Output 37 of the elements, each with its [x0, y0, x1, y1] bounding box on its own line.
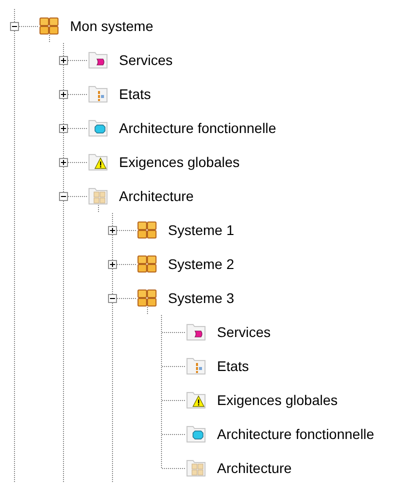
folder-icon [186, 357, 206, 375]
collapse-toggle[interactable] [59, 192, 68, 200]
folder-warning-icon [88, 153, 108, 171]
tree-item[interactable]: Services [217, 324, 271, 340]
folder-icon [186, 459, 206, 477]
folder-warning-icon [186, 391, 206, 409]
tree-item[interactable]: Services [119, 52, 173, 68]
tree-item[interactable]: Architecture fonctionnelle [119, 120, 276, 136]
tree-item[interactable]: Systeme 2 [168, 256, 234, 272]
expand-toggle[interactable] [108, 260, 117, 268]
tree-item[interactable]: Etats [217, 358, 249, 374]
collapse-toggle[interactable] [10, 22, 19, 30]
tree-item[interactable]: Systeme 1 [168, 222, 234, 238]
folder-icon [88, 187, 108, 205]
tree-item[interactable]: Etats [119, 86, 151, 102]
tree-item[interactable]: Exigences globales [217, 392, 338, 408]
grid-icon [39, 17, 59, 35]
folder-icon [88, 119, 108, 137]
tree-item[interactable]: Architecture [119, 188, 194, 204]
tree-item[interactable]: Architecture [217, 460, 292, 476]
grid-icon [137, 255, 157, 273]
tree-item[interactable]: Systeme 3 [168, 290, 234, 306]
expand-toggle[interactable] [59, 90, 68, 98]
tree-item[interactable]: Architecture fonctionnelle [217, 426, 374, 442]
tree-item[interactable]: Exigences globales [119, 154, 240, 170]
grid-icon [137, 221, 157, 239]
folder-icon [186, 323, 206, 341]
collapse-toggle[interactable] [108, 294, 117, 302]
expand-toggle[interactable] [59, 56, 68, 64]
expand-toggle[interactable] [59, 124, 68, 132]
tree-item[interactable]: Mon systeme [70, 18, 154, 34]
folder-icon [88, 85, 108, 103]
folder-icon [186, 425, 206, 443]
grid-icon [137, 289, 157, 307]
folder-icon [88, 51, 108, 69]
expand-toggle[interactable] [59, 158, 68, 166]
expand-toggle[interactable] [108, 226, 117, 234]
